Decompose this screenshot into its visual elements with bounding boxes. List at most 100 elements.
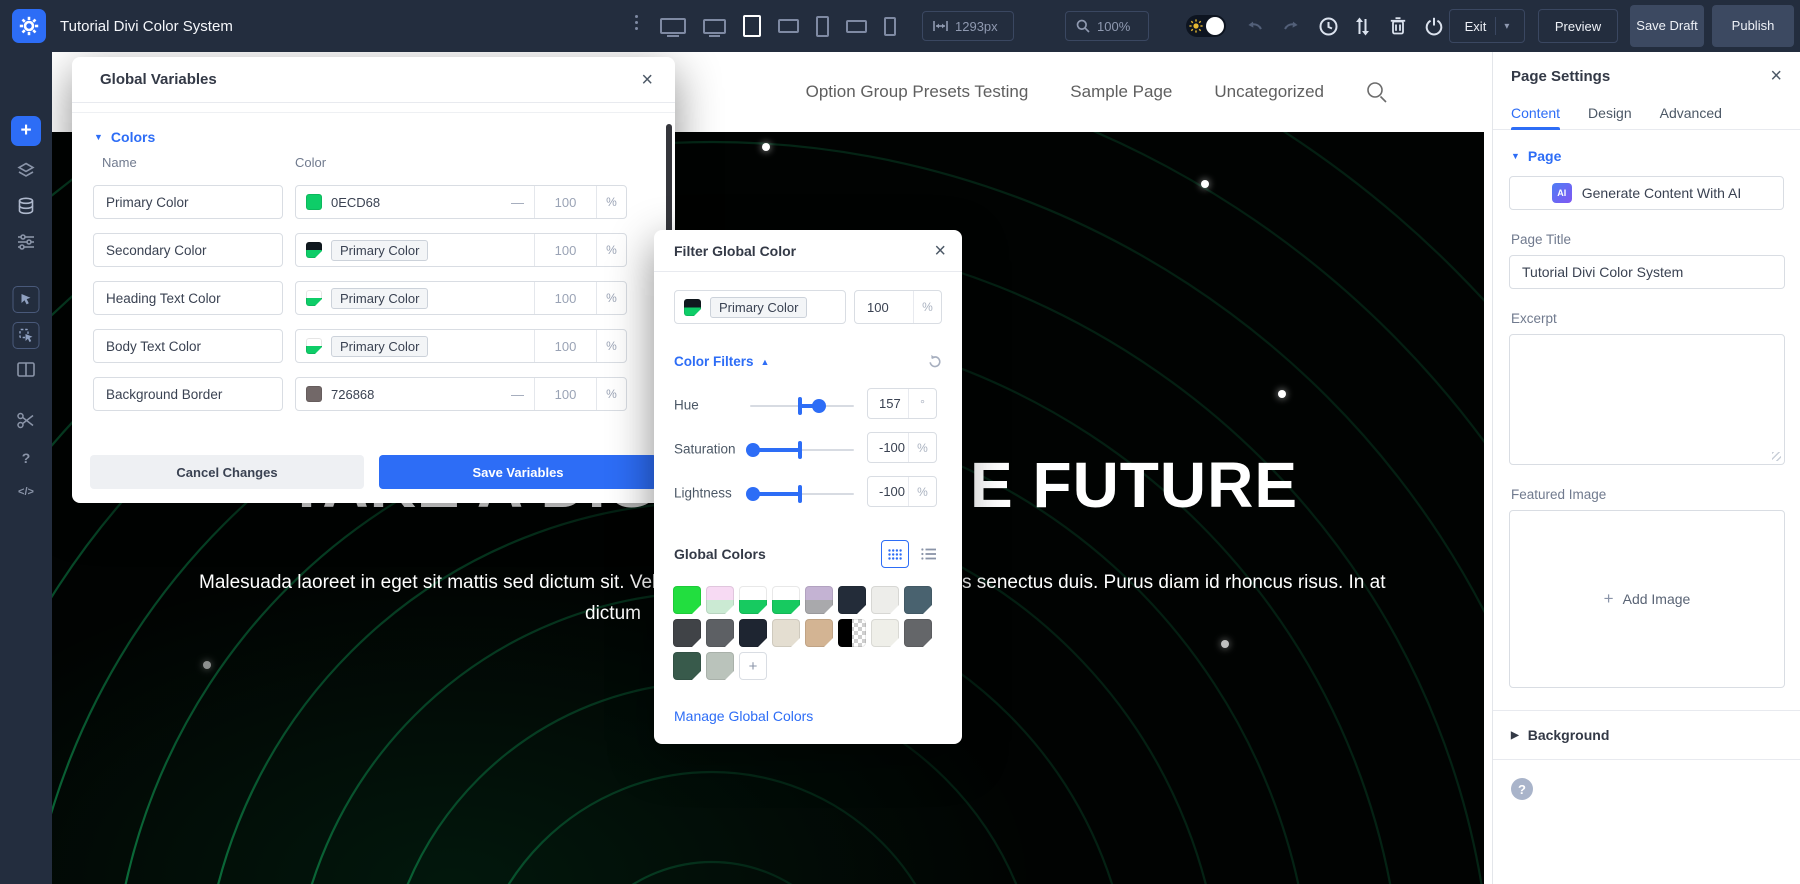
color-picker-field[interactable]: Primary Color (296, 234, 534, 266)
color-hex-value[interactable]: 0ECD68 (331, 195, 380, 210)
redo-icon[interactable] (1282, 16, 1302, 36)
global-variables-close-icon[interactable]: × (641, 70, 653, 90)
color-reference-chip[interactable]: Primary Color (331, 288, 428, 309)
slider-handle[interactable] (746, 443, 760, 457)
builder-settings-gear-button[interactable] (12, 9, 46, 43)
global-color-swatch[interactable] (706, 586, 734, 614)
variable-name-input[interactable] (93, 329, 283, 363)
color-swatch[interactable] (306, 194, 322, 210)
background-section-toggle[interactable]: ▶ Background (1493, 711, 1800, 759)
slider-value[interactable]: 157 (868, 396, 908, 411)
global-color-swatch[interactable] (706, 652, 734, 680)
filter-color-field[interactable]: Primary Color (674, 290, 846, 324)
power-exit-icon[interactable] (1424, 16, 1444, 36)
generate-content-ai-button[interactable]: AI Generate Content With AI (1509, 176, 1784, 210)
global-color-swatch[interactable] (706, 619, 734, 647)
global-color-swatch[interactable] (772, 619, 800, 647)
page-section-toggle[interactable]: ▼ Page (1493, 130, 1800, 176)
nav-search-icon[interactable] (1366, 81, 1388, 103)
filter-modal-close-icon[interactable]: × (934, 241, 946, 261)
global-color-swatch[interactable] (838, 619, 866, 647)
global-color-swatch[interactable] (805, 619, 833, 647)
color-reference-chip[interactable]: Primary Color (331, 240, 428, 261)
global-color-swatch[interactable] (739, 619, 767, 647)
reset-filters-icon[interactable] (927, 354, 942, 369)
chevron-up-icon[interactable]: ▲ (761, 357, 770, 367)
exit-dropdown-caret-icon[interactable]: ▾ (1495, 17, 1509, 35)
global-color-swatch[interactable] (871, 619, 899, 647)
color-reference-chip[interactable]: Primary Color (331, 336, 428, 357)
zoom-level-input[interactable]: 100% (1065, 11, 1149, 41)
opacity-value-input[interactable]: 100 (534, 282, 596, 314)
color-swatch[interactable] (306, 290, 322, 306)
nav-link-2[interactable]: Sample Page (1070, 82, 1172, 102)
variable-name-input[interactable] (93, 185, 283, 219)
global-color-swatch[interactable] (904, 586, 932, 614)
color-swatch[interactable] (684, 299, 701, 316)
color-picker-field[interactable]: 726868 — (296, 378, 534, 410)
viewport-width-input[interactable]: 1293px (922, 11, 1014, 41)
color-swatch[interactable] (306, 242, 322, 258)
settings-sliders-icon[interactable] (17, 234, 35, 250)
opacity-value-input[interactable]: 100 (534, 186, 596, 218)
desktop-view-icon[interactable] (660, 18, 686, 34)
help-circle-icon[interactable]: ? (1511, 778, 1533, 800)
add-image-dropzone[interactable]: + Add Image (1509, 510, 1785, 688)
variable-name-input[interactable] (93, 233, 283, 267)
trash-icon[interactable] (1388, 16, 1408, 36)
global-color-swatch[interactable] (904, 619, 932, 647)
phone-landscape-view-icon[interactable] (846, 20, 867, 33)
slider-value-field[interactable]: -100% (867, 476, 937, 507)
publish-button[interactable]: Publish (1712, 5, 1794, 47)
phone-view-icon[interactable] (816, 16, 829, 37)
slider-track[interactable] (750, 493, 854, 495)
slider-value[interactable]: -100 (868, 484, 908, 499)
color-swatch[interactable] (306, 386, 322, 402)
layers-icon[interactable] (17, 162, 35, 179)
save-draft-button[interactable]: Save Draft (1630, 5, 1704, 47)
tablet-landscape-view-icon[interactable] (778, 19, 799, 33)
list-view-toggle-icon[interactable] (914, 540, 942, 568)
color-reference-chip[interactable]: Primary Color (710, 297, 807, 318)
light-dark-mode-toggle[interactable] (1186, 15, 1226, 37)
laptop-view-icon[interactable] (703, 19, 726, 34)
global-color-swatch[interactable] (772, 586, 800, 614)
add-global-color-button[interactable]: + (739, 652, 767, 680)
color-filters-toggle[interactable]: Color Filters (674, 354, 754, 369)
insert-tool-icon[interactable] (13, 322, 40, 349)
tablet-view-icon-active[interactable] (743, 15, 761, 37)
phone-small-view-icon[interactable] (884, 17, 896, 36)
color-hex-value[interactable]: 726868 (331, 387, 374, 402)
history-clock-icon[interactable] (1318, 16, 1338, 36)
nav-link-1[interactable]: Option Group Presets Testing (806, 82, 1029, 102)
undo-icon[interactable] (1244, 16, 1264, 36)
excerpt-textarea[interactable] (1509, 334, 1785, 465)
slider-track[interactable] (750, 449, 854, 451)
slider-handle[interactable] (746, 487, 760, 501)
global-color-swatch[interactable] (673, 652, 701, 680)
global-color-swatch[interactable] (805, 586, 833, 614)
save-variables-button[interactable]: Save Variables (379, 455, 657, 489)
tab-content[interactable]: Content (1511, 96, 1560, 129)
page-title-input[interactable] (1509, 255, 1785, 289)
tab-advanced[interactable]: Advanced (1660, 96, 1722, 129)
portability-arrows-icon[interactable] (1352, 16, 1372, 36)
opacity-value-input[interactable]: 100 (534, 378, 596, 410)
slider-value[interactable]: -100 (868, 440, 908, 455)
color-picker-field[interactable]: 0ECD68— (296, 186, 534, 218)
cancel-changes-button[interactable]: Cancel Changes (90, 455, 364, 489)
slider-handle[interactable] (812, 399, 826, 413)
clear-color-dash[interactable]: — (511, 387, 524, 402)
slider-value-field[interactable]: 157° (867, 388, 937, 419)
global-color-swatch[interactable] (739, 586, 767, 614)
help-icon[interactable]: ? (22, 450, 31, 466)
canvas-scrollbar[interactable] (1484, 52, 1492, 884)
nav-link-3[interactable]: Uncategorized (1214, 82, 1324, 102)
wireframe-view-icon[interactable] (17, 362, 35, 377)
page-settings-close-icon[interactable]: × (1770, 66, 1782, 86)
global-color-swatch[interactable] (673, 586, 701, 614)
colors-section-toggle[interactable]: ▼ Colors (72, 113, 675, 155)
cut-scissors-icon[interactable] (17, 412, 35, 429)
select-tool-icon[interactable] (13, 286, 40, 313)
more-options-kebab-icon[interactable] (630, 15, 642, 30)
